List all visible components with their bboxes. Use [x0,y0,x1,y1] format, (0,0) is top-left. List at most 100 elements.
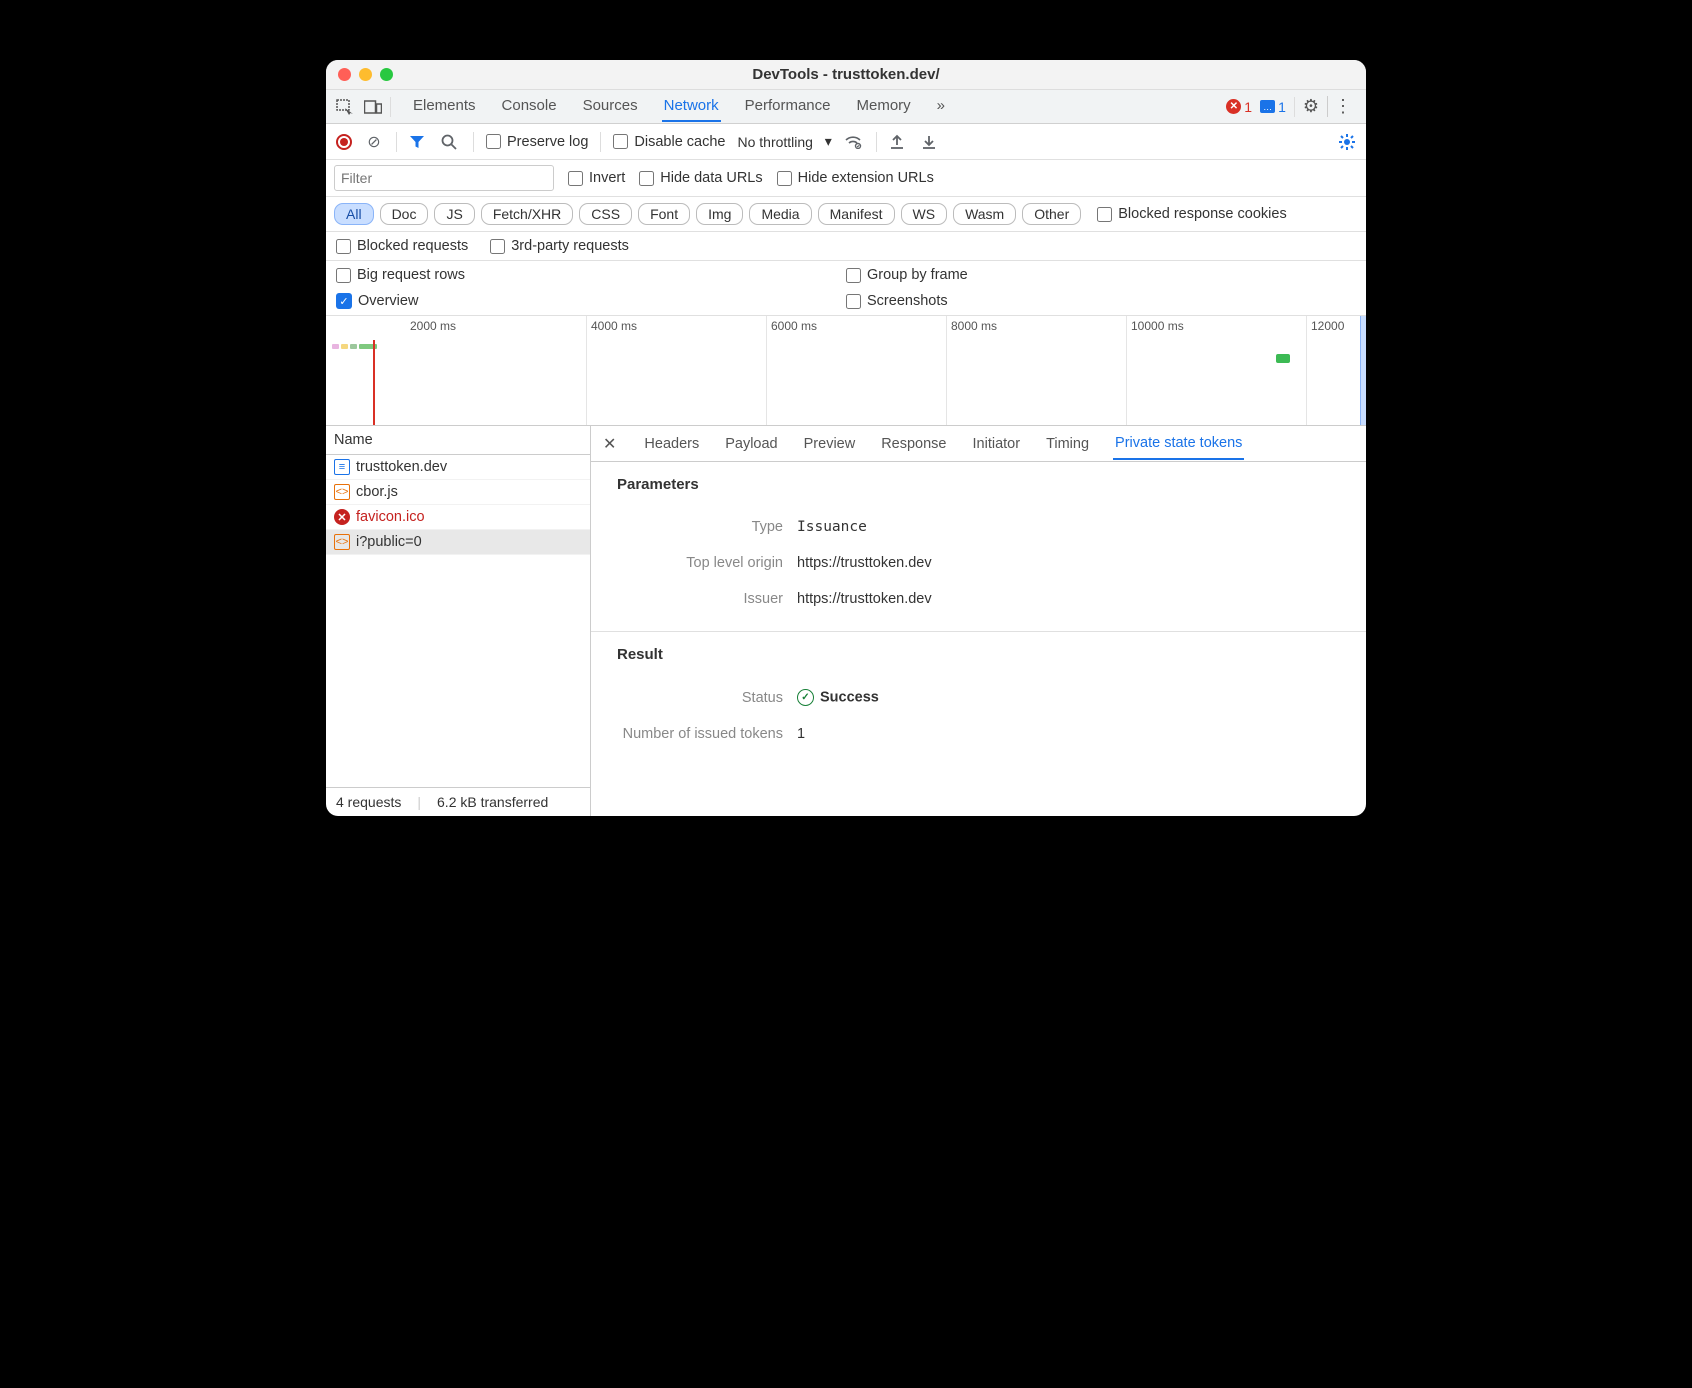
parameters-section: Parameters Type Issuance Top level origi… [591,462,1366,632]
record-button[interactable] [336,134,352,150]
main-tabs-row: Elements Console Sources Network Perform… [326,90,1366,124]
request-row[interactable]: <> cbor.js [326,480,590,505]
timeline-tick: 12000 [1311,319,1344,333]
invert-checkbox[interactable]: Invert [568,170,625,186]
timeline-cursor [373,340,375,425]
script-icon: <> [334,534,350,550]
tab-network[interactable]: Network [662,91,721,122]
kv-issuer: Issuer https://trusttoken.dev [617,581,1340,617]
throttling-select[interactable]: No throttling ▾ [737,133,831,150]
close-detail-icon[interactable]: ✕ [603,434,616,454]
timeline-marks [332,344,377,349]
search-icon[interactable] [441,134,461,150]
timeline-tick: 8000 ms [951,319,997,333]
blocked-response-cookies-checkbox[interactable]: Blocked response cookies [1097,206,1286,222]
split-panel: Name ≡ trusttoken.dev <> cbor.js ✕ favic… [326,426,1366,816]
script-icon: <> [334,484,350,500]
detail-tab-timing[interactable]: Timing [1044,429,1091,459]
inspect-icon[interactable] [334,96,356,118]
screenshots-checkbox[interactable]: Screenshots [846,293,1356,309]
kv-issued-tokens: Number of issued tokens 1 [617,716,1340,752]
type-pill-other[interactable]: Other [1022,203,1081,225]
parameters-heading: Parameters [617,476,1340,493]
filter-row: Invert Hide data URLs Hide extension URL… [326,160,1366,197]
request-count: 4 requests [336,794,401,810]
timeline-tick: 4000 ms [591,319,637,333]
error-icon: ✕ [1226,99,1241,114]
devtools-window: DevTools - trusttoken.dev/ Elements Cons… [326,60,1366,816]
error-count[interactable]: ✕1 [1226,99,1252,115]
type-pill-img[interactable]: Img [696,203,743,225]
checkmark-icon: ✓ [336,293,352,309]
type-pill-manifest[interactable]: Manifest [818,203,895,225]
upload-icon[interactable] [889,134,909,150]
detail-tab-initiator[interactable]: Initiator [971,429,1023,459]
tab-sources[interactable]: Sources [581,91,640,122]
more-menu-icon[interactable]: ⋮ [1327,96,1358,117]
timeline-tick: 2000 ms [410,319,456,333]
request-row[interactable]: ✕ favicon.ico [326,505,590,530]
tab-performance[interactable]: Performance [743,91,833,122]
options-row: Big request rows ✓Overview Group by fram… [326,261,1366,316]
hide-extension-urls-checkbox[interactable]: Hide extension URLs [777,170,934,186]
group-by-frame-checkbox[interactable]: Group by frame [846,267,1356,283]
type-pill-fetchxhr[interactable]: Fetch/XHR [481,203,573,225]
separator [876,132,877,152]
tab-console[interactable]: Console [500,91,559,122]
request-name: cbor.js [356,484,398,500]
message-count[interactable]: …1 [1260,99,1286,115]
request-row[interactable]: ≡ trusttoken.dev [326,455,590,480]
clear-icon[interactable]: ⊘ [364,132,384,152]
type-pill-js[interactable]: JS [434,203,474,225]
type-pill-doc[interactable]: Doc [380,203,429,225]
big-request-rows-checkbox[interactable]: Big request rows [336,267,846,283]
result-heading: Result [617,646,1340,663]
type-filter-row: All Doc JS Fetch/XHR CSS Font Img Media … [326,197,1366,232]
detail-tab-headers[interactable]: Headers [642,429,701,459]
device-toolbar-icon[interactable] [362,96,384,118]
disable-cache-checkbox[interactable]: Disable cache [613,134,725,150]
thirdparty-requests-checkbox[interactable]: 3rd-party requests [490,238,629,254]
type-pill-wasm[interactable]: Wasm [953,203,1016,225]
type-pill-css[interactable]: CSS [579,203,632,225]
detail-tabs: ✕ Headers Payload Preview Response Initi… [591,426,1366,462]
timeline-handle[interactable] [1360,316,1366,425]
detail-tab-preview[interactable]: Preview [802,429,858,459]
type-pill-media[interactable]: Media [749,203,811,225]
request-name: trusttoken.dev [356,459,447,475]
separator [396,132,397,152]
type-pill-ws[interactable]: WS [901,203,948,225]
window-title: DevTools - trusttoken.dev/ [326,66,1366,83]
kv-type: Type Issuance [617,509,1340,545]
hide-data-urls-checkbox[interactable]: Hide data URLs [639,170,762,186]
request-list-panel: Name ≡ trusttoken.dev <> cbor.js ✕ favic… [326,426,591,816]
result-section: Result Status ✓Success Number of issued … [591,632,1366,766]
detail-tab-pst[interactable]: Private state tokens [1113,428,1244,460]
blocked-requests-checkbox[interactable]: Blocked requests [336,238,468,254]
separator [390,97,391,117]
timeline-overview[interactable]: 2000 ms 4000 ms 6000 ms 8000 ms 10000 ms… [326,316,1366,426]
type-pill-font[interactable]: Font [638,203,690,225]
tab-elements[interactable]: Elements [411,91,478,122]
blocked-row: Blocked requests 3rd-party requests [326,232,1366,261]
tab-memory[interactable]: Memory [855,91,913,122]
kv-status: Status ✓Success [617,679,1340,716]
network-settings-icon[interactable] [1338,133,1356,151]
message-icon: … [1260,100,1275,113]
request-row[interactable]: <> i?public=0 [326,530,590,555]
wifi-icon[interactable] [844,135,864,149]
type-pill-all[interactable]: All [334,203,374,225]
download-icon[interactable] [921,134,941,150]
timeline-bar [1276,354,1290,363]
request-name: favicon.ico [356,509,425,525]
network-toolbar: ⊘ Preserve log Disable cache No throttli… [326,124,1366,160]
preserve-log-checkbox[interactable]: Preserve log [486,134,588,150]
tab-more[interactable]: » [935,91,947,122]
detail-tab-payload[interactable]: Payload [723,429,779,459]
filter-input[interactable] [334,165,554,191]
filter-icon[interactable] [409,135,429,149]
column-header-name[interactable]: Name [326,426,590,455]
settings-icon[interactable]: ⚙ [1303,96,1319,117]
overview-checkbox[interactable]: ✓Overview [336,293,846,309]
detail-tab-response[interactable]: Response [879,429,948,459]
